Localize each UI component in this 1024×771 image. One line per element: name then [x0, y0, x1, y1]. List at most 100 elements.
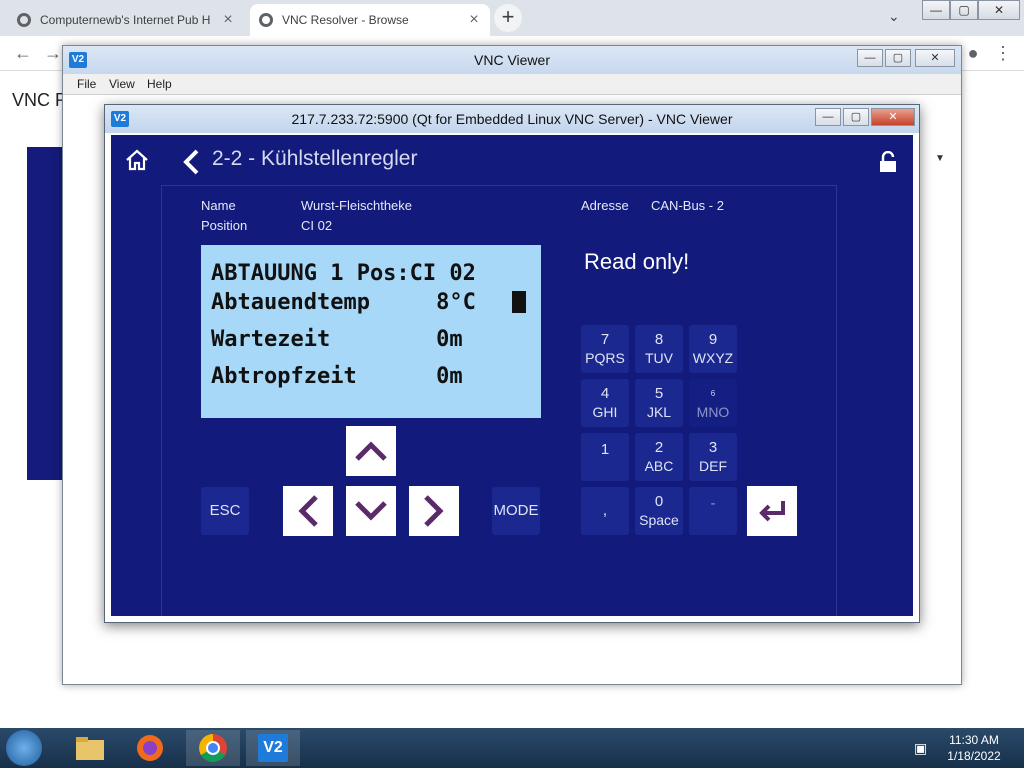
- keypad-5[interactable]: 5 JKL: [635, 379, 683, 427]
- inner-close-button[interactable]: ✕: [871, 108, 915, 126]
- outer-maximize-button[interactable]: ▢: [885, 49, 911, 67]
- new-tab-button[interactable]: +: [494, 4, 522, 32]
- lcd-display: ABTAUUNG 1 Pos:CI 02 Abtauendtemp 8°C Wa…: [201, 245, 541, 418]
- tab-search-chevron-icon[interactable]: ⌄: [888, 8, 900, 25]
- tray-date[interactable]: 1/18/2022: [944, 749, 1004, 763]
- forward-arrow-icon[interactable]: →: [42, 42, 64, 64]
- remote-page-title: 2-2 - Kühlstellenregler: [212, 147, 418, 170]
- tab-favicon-icon: [258, 12, 274, 28]
- browser-maximize-button[interactable]: ▢: [950, 0, 978, 20]
- browser-close-button[interactable]: ✕: [978, 0, 1020, 20]
- tray-time[interactable]: 11:30 AM: [944, 733, 1004, 747]
- keypad-8[interactable]: 8 TUV: [635, 325, 683, 373]
- key-sub: MNO: [696, 404, 730, 420]
- keypad-6[interactable]: 6 MNO: [689, 379, 737, 427]
- inner-vnc-viewer-window: V2 217.7.233.72:5900 (Qt for Embedded Li…: [104, 104, 920, 623]
- keypad-comma[interactable]: ,: [581, 487, 629, 535]
- address-label: Adresse: [581, 198, 629, 213]
- browser-menu-icon[interactable]: ⋮: [992, 42, 1014, 64]
- outer-minimize-button[interactable]: —: [857, 49, 883, 67]
- back-arrow-icon[interactable]: ←: [12, 42, 34, 64]
- key-main: 5: [654, 385, 664, 402]
- inner-minimize-button[interactable]: —: [815, 108, 841, 126]
- mode-button[interactable]: MODE: [492, 487, 540, 535]
- keypad-3[interactable]: 3 DEF: [689, 433, 737, 481]
- key-sub: WXYZ: [692, 350, 734, 366]
- inner-maximize-button[interactable]: ▢: [843, 108, 869, 126]
- name-label: Name: [201, 198, 236, 213]
- keypad-1[interactable]: 1: [581, 433, 629, 481]
- arrow-left-button[interactable]: [283, 486, 333, 536]
- browser-minimize-button[interactable]: —: [922, 0, 950, 20]
- menu-file[interactable]: File: [77, 77, 96, 91]
- enter-button[interactable]: [747, 486, 797, 536]
- key-sub: GHI: [592, 404, 618, 420]
- arrow-down-button[interactable]: [346, 486, 396, 536]
- file-explorer-icon[interactable]: [70, 732, 110, 764]
- keypad-0[interactable]: 0 Space: [635, 487, 683, 535]
- keypad-7[interactable]: 7 PQRS: [581, 325, 629, 373]
- keypad-minus[interactable]: -: [689, 487, 737, 535]
- home-icon[interactable]: [125, 149, 149, 176]
- key-main: 3: [708, 439, 718, 456]
- key-sub: JKL: [646, 404, 672, 420]
- keypad-2[interactable]: 2 ABC: [635, 433, 683, 481]
- key-sub: ABC: [644, 458, 674, 474]
- key-main: 4: [600, 385, 610, 402]
- address-value: CAN-Bus - 2: [651, 198, 724, 213]
- key-main: 0: [654, 493, 664, 510]
- read-only-label: Read only!: [584, 249, 690, 274]
- menu-help[interactable]: Help: [147, 77, 172, 91]
- key-main: 8: [654, 331, 664, 348]
- tab-favicon-icon: [16, 12, 32, 28]
- chrome-icon[interactable]: [186, 730, 240, 766]
- key-main: 9: [708, 331, 718, 348]
- key-sub: Space: [639, 512, 679, 528]
- esc-label: ESC: [209, 502, 241, 519]
- network-tray-icon[interactable]: ▣: [914, 740, 927, 757]
- lcd-line-1: ABTAUUNG 1 Pos:CI 02: [211, 261, 476, 286]
- key-main: 2: [654, 439, 664, 456]
- lcd-line-3: Wartezeit 0m: [211, 327, 463, 352]
- taskbar: V2 ▣ 11:30 AM 1/18/2022: [0, 728, 1024, 768]
- outer-window-title: VNC Viewer: [474, 52, 550, 68]
- tab-title: VNC Resolver - Browse: [282, 13, 409, 27]
- profile-avatar-icon[interactable]: ●: [962, 42, 984, 64]
- firefox-icon[interactable]: [130, 732, 170, 764]
- tab-internet-pub[interactable]: Computernewb's Internet Pub H ×: [8, 4, 244, 36]
- page-background-panel: [27, 147, 67, 480]
- vnc-viewer-taskbar-icon[interactable]: V2: [246, 730, 300, 766]
- key-sub: TUV: [645, 350, 673, 366]
- esc-button[interactable]: ESC: [201, 487, 249, 535]
- outer-close-button[interactable]: ✕: [915, 49, 955, 67]
- tab-title: Computernewb's Internet Pub H: [40, 13, 211, 27]
- key-main: -: [710, 495, 716, 512]
- menu-view[interactable]: View: [109, 77, 135, 91]
- arrow-right-button[interactable]: [409, 486, 459, 536]
- lock-icon[interactable]: [879, 150, 897, 178]
- keypad-4[interactable]: 4 GHI: [581, 379, 629, 427]
- tab-vnc-resolver[interactable]: VNC Resolver - Browse ×: [250, 4, 490, 36]
- key-main: 7: [600, 331, 610, 348]
- tab-close-icon[interactable]: ×: [466, 11, 482, 29]
- page-heading: VNC R: [12, 90, 69, 110]
- outer-menu-bar: File View Help: [63, 74, 961, 95]
- browser-tab-bar: Computernewb's Internet Pub H × VNC Reso…: [0, 0, 1024, 36]
- position-value: CI 02: [301, 218, 333, 233]
- lcd-cursor: [512, 291, 526, 313]
- lcd-line-2: Abtauendtemp 8°C: [211, 290, 476, 315]
- tab-close-icon[interactable]: ×: [220, 11, 236, 29]
- outer-dropdown-caret-icon[interactable]: ▼: [935, 153, 945, 164]
- inner-title-bar: V2 217.7.233.72:5900 (Qt for Embedded Li…: [105, 105, 919, 133]
- key-main: 1: [600, 441, 610, 458]
- mode-label: MODE: [493, 502, 539, 519]
- start-button-icon[interactable]: [6, 730, 42, 766]
- back-chevron-icon[interactable]: [181, 149, 201, 180]
- outer-title-bar: V2 VNC Viewer — ▢ ✕: [63, 46, 961, 74]
- name-value: Wurst-Fleischtheke: [301, 198, 413, 213]
- remote-screen[interactable]: 2-2 - Kühlstellenregler Name Wurst-Fleis…: [111, 135, 913, 616]
- keypad-9[interactable]: 9 WXYZ: [689, 325, 737, 373]
- key-main: 6: [710, 389, 716, 398]
- position-label: Position: [201, 218, 248, 233]
- arrow-up-button[interactable]: [346, 426, 396, 476]
